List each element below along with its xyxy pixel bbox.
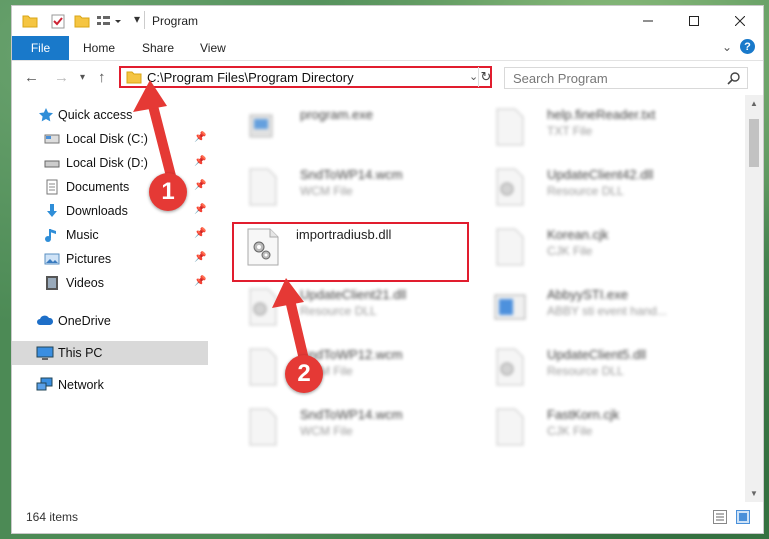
annotation-arrows [133,80,311,373]
explorer-window: ▾ Program File Home Share View ⌄ ? ← → ▾… [12,6,763,533]
step-1-badge: 1 [149,173,187,211]
step-2-badge: 2 [285,355,323,393]
